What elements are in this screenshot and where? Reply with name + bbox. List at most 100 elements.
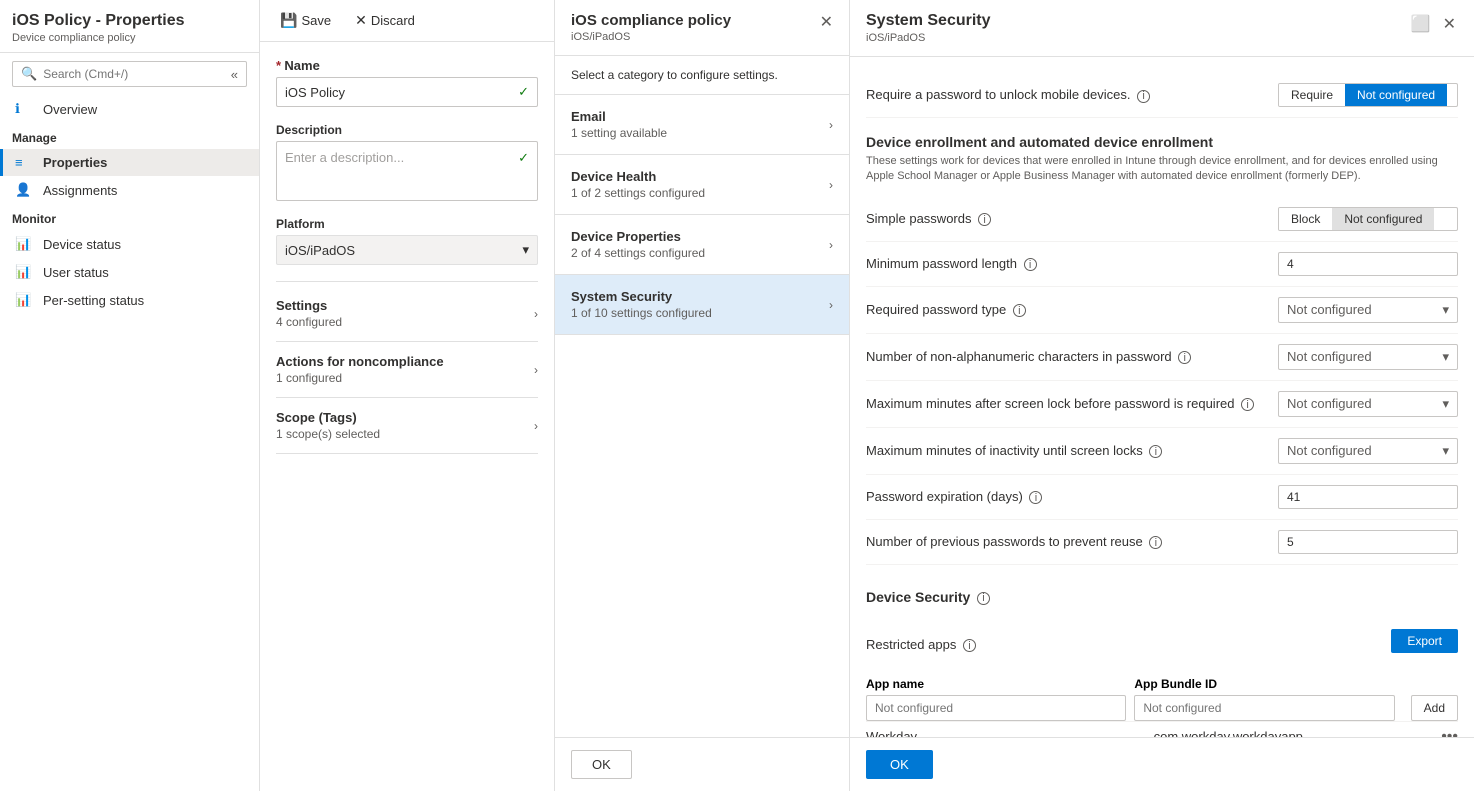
max-minutes-screen-lock-value: Not configured bbox=[1287, 396, 1372, 411]
settings-nav-item[interactable]: Settings 4 configured › bbox=[276, 286, 538, 342]
settings-title: Settings bbox=[276, 298, 526, 313]
compliance-item-device-health[interactable]: Device Health 1 of 2 settings configured… bbox=[555, 155, 849, 215]
description-label: Description bbox=[276, 123, 538, 137]
non-alphanumeric-dropdown[interactable]: Not configured ▾ bbox=[1278, 344, 1458, 370]
properties-body: * Name iOS Policy ✓ Description Enter a … bbox=[260, 42, 554, 791]
password-expiration-info-icon[interactable]: i bbox=[1029, 491, 1042, 504]
simple-passwords-toggle: Block Not configured bbox=[1278, 207, 1458, 231]
per-setting-icon: 📊 bbox=[15, 292, 35, 308]
require-password-toggle: Require Not configured bbox=[1278, 83, 1458, 107]
simple-passwords-info-icon[interactable]: i bbox=[978, 213, 991, 226]
actions-title: Actions for noncompliance bbox=[276, 354, 526, 369]
device-security-info-icon[interactable]: i bbox=[977, 592, 990, 605]
compliance-system-security-title: System Security bbox=[571, 289, 821, 304]
not-configured-simple-btn[interactable]: Not configured bbox=[1332, 208, 1434, 230]
require-password-info-icon[interactable]: i bbox=[1137, 90, 1150, 103]
save-icon: 💾 bbox=[280, 12, 297, 29]
export-button[interactable]: Export bbox=[1391, 629, 1458, 653]
previous-passwords-value[interactable]: 5 bbox=[1278, 530, 1458, 554]
search-icon: 🔍 bbox=[21, 66, 37, 82]
previous-passwords-info-icon[interactable]: i bbox=[1149, 536, 1162, 549]
block-btn[interactable]: Block bbox=[1279, 208, 1332, 230]
description-input[interactable]: Enter a description... ✓ bbox=[276, 141, 538, 201]
min-password-value[interactable]: 4 bbox=[1278, 252, 1458, 276]
add-app-button[interactable]: Add bbox=[1411, 695, 1458, 721]
security-header-actions: ⬜ ✕ bbox=[1409, 12, 1458, 36]
compliance-close-button[interactable]: ✕ bbox=[820, 12, 833, 32]
not-configured-require-btn[interactable]: Not configured bbox=[1345, 84, 1447, 106]
max-minutes-inactivity-label: Maximum minutes of inactivity until scre… bbox=[866, 443, 1278, 458]
sidebar-item-assignments[interactable]: 👤 Assignments bbox=[0, 176, 259, 204]
search-input[interactable] bbox=[43, 67, 227, 81]
properties-panel: 💾 Save ✕ Discard * Name iOS Policy ✓ Des… bbox=[260, 0, 555, 791]
require-password-control: Require Not configured bbox=[1278, 83, 1458, 107]
sidebar-item-user-status-label: User status bbox=[43, 265, 109, 280]
security-ok-button[interactable]: OK bbox=[866, 750, 933, 779]
security-close-button[interactable]: ✕ bbox=[1441, 12, 1458, 36]
app-name-input[interactable] bbox=[866, 695, 1126, 721]
non-alpha-info-icon[interactable]: i bbox=[1178, 351, 1191, 364]
compliance-ok-button[interactable]: OK bbox=[571, 750, 632, 779]
password-expiration-value[interactable]: 41 bbox=[1278, 485, 1458, 509]
max-minutes-screen-lock-label: Maximum minutes after screen lock before… bbox=[866, 396, 1278, 411]
max-minutes-screen-lock-dropdown[interactable]: Not configured ▾ bbox=[1278, 391, 1458, 417]
sidebar-item-device-status[interactable]: 📊 Device status bbox=[0, 230, 259, 258]
min-password-info-icon[interactable]: i bbox=[1024, 258, 1037, 271]
required-password-type-dropdown[interactable]: Not configured ▾ bbox=[1278, 297, 1458, 323]
require-password-row: Require a password to unlock mobile devi… bbox=[866, 73, 1458, 118]
restricted-apps-info-icon[interactable]: i bbox=[963, 639, 976, 652]
password-expiration-control: 41 bbox=[1278, 485, 1458, 509]
compliance-item-system-security[interactable]: System Security 1 of 10 settings configu… bbox=[555, 275, 849, 335]
max-inactivity-chevron: ▾ bbox=[1442, 443, 1449, 459]
required-password-type-label: Required password type i bbox=[866, 302, 1278, 317]
compliance-header-left: iOS compliance policy iOS/iPadOS bbox=[571, 12, 731, 43]
sidebar-item-overview[interactable]: ℹ Overview bbox=[0, 95, 259, 123]
sidebar-item-properties[interactable]: ≡ Properties bbox=[0, 149, 259, 176]
security-expand-button[interactable]: ⬜ bbox=[1409, 12, 1433, 36]
sidebar-item-per-setting-status[interactable]: 📊 Per-setting status bbox=[0, 286, 259, 314]
sidebar-subtitle: Device compliance policy bbox=[12, 32, 247, 44]
max-minutes-inactivity-dropdown[interactable]: Not configured ▾ bbox=[1278, 438, 1458, 464]
compliance-list: Email 1 setting available › Device Healt… bbox=[555, 95, 849, 737]
section-divider-1 bbox=[276, 281, 538, 282]
scope-nav-item[interactable]: Scope (Tags) 1 scope(s) selected › bbox=[276, 398, 538, 454]
platform-select[interactable]: iOS/iPadOS ▾ bbox=[276, 235, 538, 265]
sidebar-title: iOS Policy - Properties bbox=[12, 12, 247, 30]
security-footer: OK bbox=[850, 737, 1474, 791]
compliance-title: iOS compliance policy bbox=[571, 12, 731, 29]
max-inactivity-info-icon[interactable]: i bbox=[1149, 445, 1162, 458]
device-status-icon: 📊 bbox=[15, 236, 35, 252]
description-field-group: Description Enter a description... ✓ bbox=[276, 123, 538, 201]
name-input[interactable]: iOS Policy ✓ bbox=[276, 77, 538, 107]
save-button[interactable]: 💾 Save bbox=[276, 10, 335, 31]
min-password-length-control: 4 bbox=[1278, 252, 1458, 276]
req-password-type-info-icon[interactable]: i bbox=[1013, 304, 1026, 317]
compliance-footer: OK bbox=[555, 737, 849, 791]
app-bundle-workday: com.workday.workdayapp bbox=[1154, 729, 1434, 737]
max-minutes-screen-info-icon[interactable]: i bbox=[1241, 398, 1254, 411]
overview-icon: ℹ bbox=[15, 101, 35, 117]
app-bundle-input[interactable] bbox=[1134, 695, 1394, 721]
security-title: System Security bbox=[866, 12, 991, 30]
compliance-email-content: Email 1 setting available bbox=[571, 109, 821, 140]
max-minutes-inactivity-value: Not configured bbox=[1287, 443, 1372, 458]
compliance-item-device-properties[interactable]: Device Properties 2 of 4 settings config… bbox=[555, 215, 849, 275]
previous-passwords-label: Number of previous passwords to prevent … bbox=[866, 534, 1278, 549]
app-name-workday: Workday bbox=[866, 729, 1146, 737]
description-check-icon: ✓ bbox=[518, 150, 529, 166]
security-body: Require a password to unlock mobile devi… bbox=[850, 57, 1474, 737]
compliance-system-security-chevron: › bbox=[829, 298, 833, 312]
settings-chevron-icon: › bbox=[534, 307, 538, 321]
compliance-item-email[interactable]: Email 1 setting available › bbox=[555, 95, 849, 155]
collapse-icon[interactable]: « bbox=[231, 67, 238, 82]
require-btn[interactable]: Require bbox=[1279, 84, 1345, 106]
previous-passwords-row: Number of previous passwords to prevent … bbox=[866, 520, 1458, 565]
sidebar-item-user-status[interactable]: 📊 User status bbox=[0, 258, 259, 286]
actions-content: Actions for noncompliance 1 configured bbox=[276, 354, 526, 385]
actions-nav-item[interactable]: Actions for noncompliance 1 configured › bbox=[276, 342, 538, 398]
app-row-dots-menu[interactable]: ••• bbox=[1441, 728, 1458, 737]
compliance-panel: iOS compliance policy iOS/iPadOS ✕ Selec… bbox=[555, 0, 850, 791]
discard-button[interactable]: ✕ Discard bbox=[351, 10, 419, 31]
search-box[interactable]: 🔍 « bbox=[12, 61, 247, 87]
required-password-type-value: Not configured bbox=[1287, 302, 1372, 317]
